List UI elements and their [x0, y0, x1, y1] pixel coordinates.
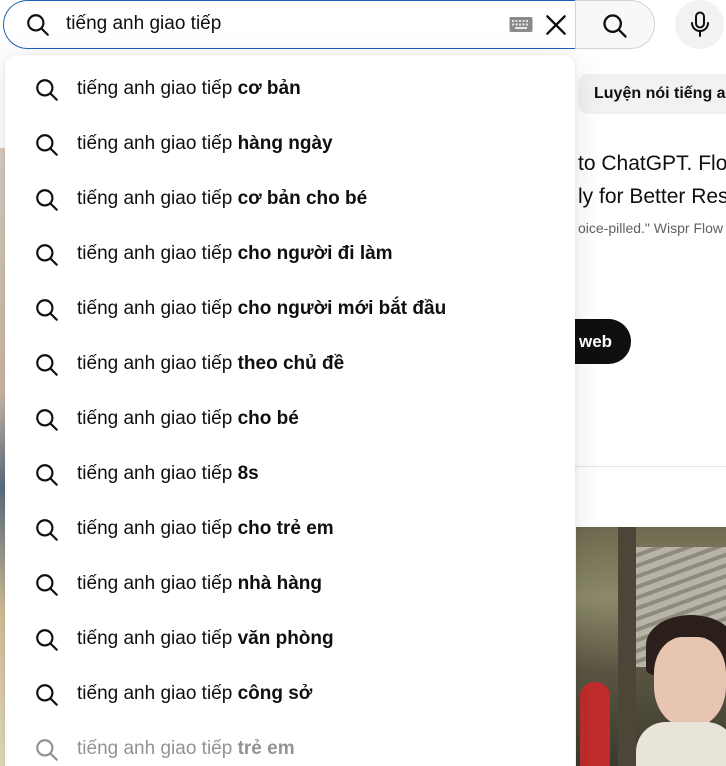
suggestion-completion: cơ bản [237, 78, 301, 99]
suggestion-completion: hàng ngày [237, 133, 333, 154]
suggestion-completion: 8s [237, 463, 259, 484]
suggestion-item[interactable]: tiếng anh giao tiếp cơ bản [5, 64, 575, 119]
keyboard-icon[interactable] [509, 16, 533, 34]
suggestion-item[interactable]: tiếng anh giao tiếp cho người đi làm [5, 229, 575, 284]
suggestion-prefix: tiếng anh giao tiếp [77, 243, 238, 264]
suggestion-completion: công sở [237, 683, 313, 704]
close-icon[interactable] [543, 12, 569, 38]
suggestion-item[interactable]: tiếng anh giao tiếp trẻ em [5, 724, 575, 766]
suggestion-prefix: tiếng anh giao tiếp [77, 518, 238, 539]
section-divider [575, 466, 726, 467]
suggestion-text: tiếng anh giao tiếp nhà hàng [77, 573, 322, 595]
suggestion-item[interactable]: tiếng anh giao tiếp cho bé [5, 394, 575, 449]
filter-chip[interactable]: Luyện nói tiếng a [578, 74, 726, 114]
suggestion-text: tiếng anh giao tiếp cho người đi làm [77, 243, 393, 265]
suggestion-text: tiếng anh giao tiếp 8s [77, 463, 259, 485]
search-icon [34, 462, 60, 488]
suggestion-prefix: tiếng anh giao tiếp [77, 683, 238, 704]
search-suggestions: tiếng anh giao tiếp cơ bản tiếng anh giao… [5, 55, 575, 766]
suggestion-item[interactable]: tiếng anh giao tiếp văn phòng [5, 614, 575, 669]
suggestion-text: tiếng anh giao tiếp hàng ngày [77, 133, 333, 155]
search-icon [34, 187, 60, 213]
search-icon [25, 12, 51, 38]
suggestion-text: tiếng anh giao tiếp trẻ em [77, 738, 295, 760]
suggestion-prefix: tiếng anh giao tiếp [77, 628, 238, 649]
search-icon [34, 517, 60, 543]
search-icon [603, 14, 627, 38]
suggestion-text: tiếng anh giao tiếp cho bé [77, 408, 299, 430]
search-icon [34, 132, 60, 158]
search-icon [34, 297, 60, 323]
voice-search-button[interactable] [675, 0, 724, 49]
suggestion-completion: cơ bản cho bé [237, 188, 368, 209]
suggestion-completion: cho trẻ em [237, 518, 334, 539]
suggestion-completion: văn phòng [237, 628, 334, 649]
search-input[interactable]: tiếng anh giao tiếp [66, 13, 221, 35]
search-icon [34, 352, 60, 378]
search-box[interactable]: tiếng anh giao tiếp [3, 0, 575, 49]
suggestion-item[interactable]: tiếng anh giao tiếp cho người mới bắt đầ… [5, 284, 575, 339]
suggestion-prefix: tiếng anh giao tiếp [77, 298, 238, 319]
suggestion-completion: trẻ em [237, 738, 295, 759]
suggestion-item[interactable]: tiếng anh giao tiếp công sở [5, 669, 575, 724]
search-icon [34, 682, 60, 708]
suggestion-completion: nhà hàng [237, 573, 323, 594]
search-button[interactable] [575, 0, 655, 49]
suggestion-prefix: tiếng anh giao tiếp [77, 738, 238, 759]
search-icon [34, 572, 60, 598]
suggestion-prefix: tiếng anh giao tiếp [77, 463, 238, 484]
suggestion-completion: cho người đi làm [237, 243, 393, 264]
suggestion-item[interactable]: tiếng anh giao tiếp theo chủ đề [5, 339, 575, 394]
search-icon [34, 737, 60, 763]
suggestion-item[interactable]: tiếng anh giao tiếp 8s [5, 449, 575, 504]
ad-subtitle: oice-pilled." Wispr Flow [578, 220, 724, 236]
microphone-icon [691, 11, 709, 37]
suggestion-text: tiếng anh giao tiếp cho người mới bắt đầ… [77, 298, 446, 320]
suggestion-text: tiếng anh giao tiếp cho trẻ em [77, 518, 334, 540]
suggestion-item[interactable]: tiếng anh giao tiếp cơ bản cho bé [5, 174, 575, 229]
ad-title-line1[interactable]: to ChatGPT. Flo [578, 152, 726, 176]
suggestion-text: tiếng anh giao tiếp công sở [77, 683, 312, 705]
suggestion-prefix: tiếng anh giao tiếp [77, 78, 238, 99]
page: Luyện nói tiếng a to ChatGPT. Flo ly for… [0, 0, 726, 766]
suggestion-completion: theo chủ đề [237, 353, 345, 374]
suggestion-text: tiếng anh giao tiếp cơ bản [77, 78, 301, 100]
search-icon [34, 242, 60, 268]
search-icon [34, 77, 60, 103]
search-icon [34, 407, 60, 433]
suggestion-item[interactable]: tiếng anh giao tiếp hàng ngày [5, 119, 575, 174]
video-thumbnail[interactable] [576, 527, 726, 766]
suggestion-text: tiếng anh giao tiếp cơ bản cho bé [77, 188, 367, 210]
suggestion-text: tiếng anh giao tiếp theo chủ đề [77, 353, 344, 375]
suggestion-prefix: tiếng anh giao tiếp [77, 353, 238, 374]
ad-title-line2[interactable]: ly for Better Res [578, 185, 726, 209]
suggestion-prefix: tiếng anh giao tiếp [77, 133, 238, 154]
suggestion-completion: cho người mới bắt đầu [237, 298, 447, 319]
suggestion-completion: cho bé [237, 408, 299, 429]
suggestion-item[interactable]: tiếng anh giao tiếp cho trẻ em [5, 504, 575, 559]
search-icon [34, 627, 60, 653]
suggestion-item[interactable]: tiếng anh giao tiếp nhà hàng [5, 559, 575, 614]
suggestion-prefix: tiếng anh giao tiếp [77, 408, 238, 429]
suggestion-text: tiếng anh giao tiếp văn phòng [77, 628, 334, 650]
suggestion-prefix: tiếng anh giao tiếp [77, 188, 238, 209]
suggestion-prefix: tiếng anh giao tiếp [77, 573, 238, 594]
